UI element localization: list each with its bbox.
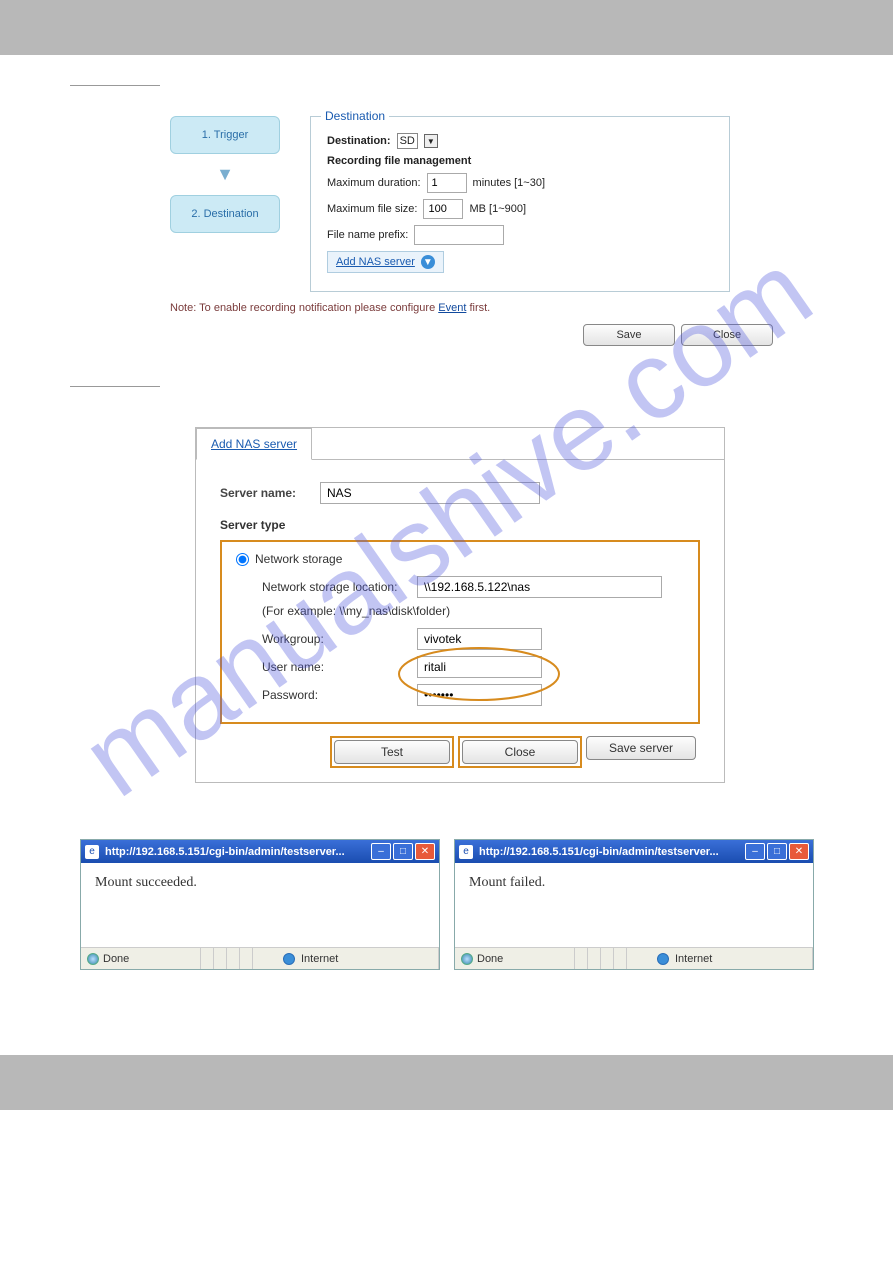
status-internet: Internet <box>301 953 338 965</box>
status-done: Done <box>103 953 129 965</box>
footer-bar <box>0 1055 893 1110</box>
location-label: Network storage location: <box>262 580 417 594</box>
server-name-label: Server name: <box>220 486 320 500</box>
username-label: User name: <box>262 660 417 674</box>
max-size-unit: MB [1~900] <box>469 203 526 215</box>
password-label: Password: <box>262 688 417 702</box>
divider <box>70 386 160 387</box>
status-done: Done <box>477 953 503 965</box>
workgroup-input[interactable] <box>417 628 542 650</box>
titlebar[interactable]: e http://192.168.5.151/cgi-bin/admin/tes… <box>81 840 439 863</box>
note-text: Note: To enable recording notification p… <box>170 302 823 314</box>
ie-status-icon <box>461 953 473 965</box>
status-internet: Internet <box>675 953 712 965</box>
popup-message: Mount failed. <box>455 863 813 947</box>
action-buttons: Save Close <box>70 324 773 346</box>
recording-mgmt-label: Recording file management <box>327 155 471 167</box>
result-popups: e http://192.168.5.151/cgi-bin/admin/tes… <box>80 839 823 970</box>
statusbar: Done Internet <box>81 947 439 969</box>
prefix-label: File name prefix: <box>327 229 408 241</box>
popup-fail: e http://192.168.5.151/cgi-bin/admin/tes… <box>454 839 814 970</box>
note-suffix: first. <box>466 302 490 314</box>
add-nas-panel: Add NAS server Server name: Server type … <box>195 427 725 783</box>
password-input[interactable] <box>417 684 542 706</box>
max-size-label: Maximum file size: <box>327 203 417 215</box>
globe-icon <box>657 953 669 965</box>
tab-bar: Add NAS server <box>196 428 724 460</box>
minimize-button[interactable]: – <box>371 843 391 860</box>
wizard-steps: 1. Trigger ▼ 2. Destination <box>170 116 280 292</box>
tab-add-nas[interactable]: Add NAS server <box>196 428 312 460</box>
prefix-input[interactable] <box>414 225 504 245</box>
username-input[interactable] <box>417 656 542 678</box>
max-size-input[interactable] <box>423 199 463 219</box>
arrow-down-circle-icon: ▼ <box>421 255 435 269</box>
destination-select-value: SD <box>397 133 418 149</box>
test-button[interactable]: Test <box>334 740 450 764</box>
dropdown-icon[interactable]: ▼ <box>424 134 438 148</box>
save-server-button[interactable]: Save server <box>586 736 696 760</box>
ie-icon: e <box>459 845 473 859</box>
highlight-oval <box>417 656 542 678</box>
close-window-button[interactable]: ✕ <box>789 843 809 860</box>
titlebar-text: http://192.168.5.151/cgi-bin/admin/tests… <box>479 846 745 858</box>
add-nas-button[interactable]: Add NAS server ▼ <box>327 251 444 273</box>
titlebar-text: http://192.168.5.151/cgi-bin/admin/tests… <box>105 846 371 858</box>
highlighted-settings: Network storage Network storage location… <box>220 540 700 724</box>
network-storage-radio[interactable] <box>236 553 249 566</box>
add-nas-label: Add NAS server <box>336 256 415 268</box>
server-type-label: Server type <box>220 518 700 532</box>
close-button[interactable]: Close <box>681 324 773 346</box>
popup-success: e http://192.168.5.151/cgi-bin/admin/tes… <box>80 839 440 970</box>
note-prefix: Note: To enable recording notification p… <box>170 302 438 314</box>
network-storage-label: Network storage <box>255 552 342 566</box>
header-bar <box>0 0 893 55</box>
highlight-wrap: Test <box>330 736 454 768</box>
titlebar[interactable]: e http://192.168.5.151/cgi-bin/admin/tes… <box>455 840 813 863</box>
max-duration-input[interactable] <box>427 173 467 193</box>
ie-icon: e <box>85 845 99 859</box>
nas-close-button[interactable]: Close <box>462 740 578 764</box>
minimize-button[interactable]: – <box>745 843 765 860</box>
workgroup-label: Workgroup: <box>262 632 417 646</box>
ie-status-icon <box>87 953 99 965</box>
server-name-input[interactable] <box>320 482 540 504</box>
location-input[interactable] <box>417 576 662 598</box>
location-hint: (For example: \\my_nas\disk\folder) <box>262 604 684 618</box>
max-duration-unit: minutes [1~30] <box>473 177 545 189</box>
wizard-step-destination[interactable]: 2. Destination <box>170 195 280 233</box>
destination-fieldset: Destination Destination: SD ▼ Recording … <box>310 116 730 292</box>
nas-action-buttons: Test Close Save server <box>220 736 700 768</box>
fieldset-title: Destination <box>321 109 389 123</box>
event-link[interactable]: Event <box>438 302 466 314</box>
close-window-button[interactable]: ✕ <box>415 843 435 860</box>
popup-message: Mount succeeded. <box>81 863 439 947</box>
highlight-wrap: Close <box>458 736 582 768</box>
divider <box>70 85 160 86</box>
globe-icon <box>283 953 295 965</box>
maximize-button[interactable]: □ <box>767 843 787 860</box>
wizard-step-trigger[interactable]: 1. Trigger <box>170 116 280 154</box>
max-duration-label: Maximum duration: <box>327 177 421 189</box>
chevron-down-icon: ▼ <box>170 164 280 185</box>
recording-config-area: 1. Trigger ▼ 2. Destination Destination … <box>170 116 823 292</box>
statusbar: Done Internet <box>455 947 813 969</box>
maximize-button[interactable]: □ <box>393 843 413 860</box>
destination-label: Destination: <box>327 135 391 147</box>
save-button[interactable]: Save <box>583 324 675 346</box>
